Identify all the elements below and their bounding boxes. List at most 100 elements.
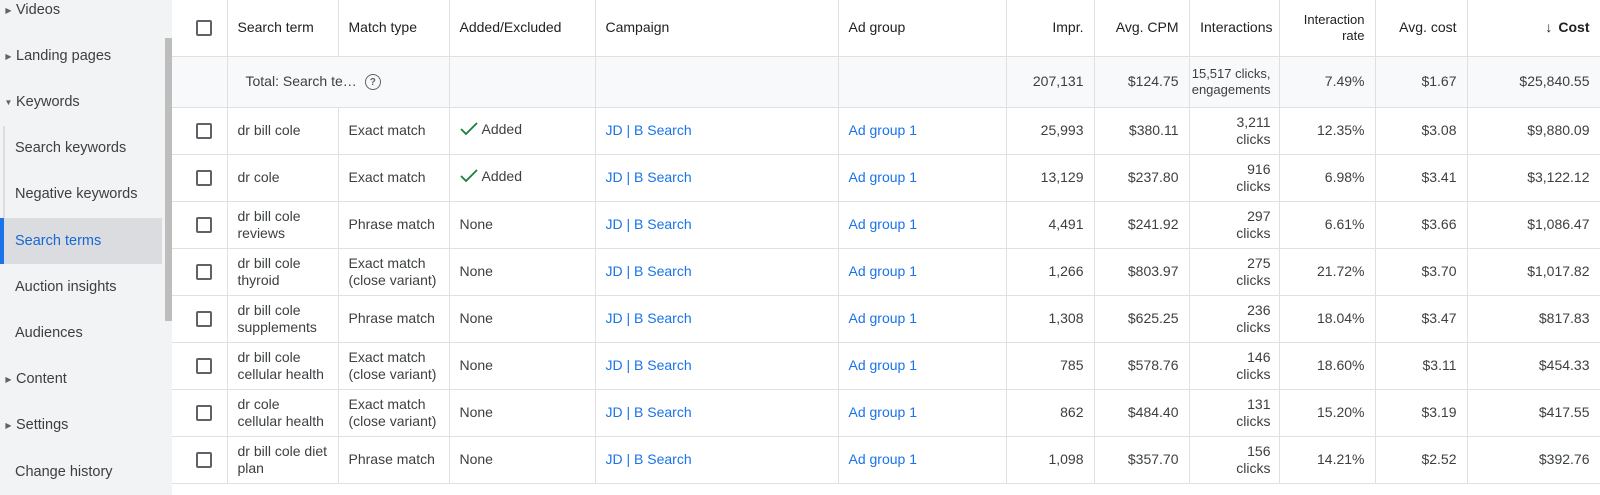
campaign-link[interactable]: JD | B Search bbox=[606, 451, 692, 467]
campaign-cell: JD | B Search bbox=[595, 248, 839, 296]
interactions-cell: 275 clicks bbox=[1189, 248, 1280, 296]
campaign-link[interactable]: JD | B Search bbox=[606, 122, 692, 138]
added-excluded-cell: None bbox=[449, 389, 596, 437]
campaign-cell: JD | B Search bbox=[595, 342, 839, 390]
header-impr[interactable]: Impr. bbox=[1006, 0, 1095, 57]
header-campaign[interactable]: Campaign bbox=[595, 0, 839, 57]
status-label: Added bbox=[481, 168, 522, 185]
interactions-cell: 916 clicks bbox=[1189, 154, 1280, 202]
row-checkbox[interactable] bbox=[196, 123, 212, 140]
sidebar-item-settings[interactable]: ▶ Settings bbox=[0, 402, 162, 448]
interactions-cell: 236 clicks bbox=[1189, 295, 1280, 343]
header-interaction-rate[interactable]: Interaction rate bbox=[1279, 0, 1376, 57]
campaign-link[interactable]: JD | B Search bbox=[606, 404, 692, 420]
ad-group-link[interactable]: Ad group 1 bbox=[849, 216, 918, 232]
row-checkbox[interactable] bbox=[196, 170, 212, 187]
header-search-term[interactable]: Search term bbox=[227, 0, 339, 57]
sidebar-item-label: Change history bbox=[15, 464, 113, 480]
match-type-cell: Exact match bbox=[338, 107, 450, 155]
campaign-link[interactable]: JD | B Search bbox=[606, 216, 692, 232]
campaign-link[interactable]: JD | B Search bbox=[606, 357, 692, 373]
row-checkbox[interactable] bbox=[196, 452, 212, 469]
total-label: Total: Search te… bbox=[245, 72, 357, 89]
row-checkbox[interactable] bbox=[196, 311, 212, 328]
total-interactions: 15,517 clicks, engagements bbox=[1189, 56, 1280, 108]
impr-cell: 1,266 bbox=[1006, 248, 1095, 296]
row-checkbox[interactable] bbox=[196, 217, 212, 234]
campaign-cell: JD | B Search bbox=[595, 436, 839, 484]
match-type-cell: Phrase match bbox=[338, 201, 450, 249]
ad-group-link[interactable]: Ad group 1 bbox=[849, 263, 918, 279]
avg-cpm-cell: $357.70 bbox=[1094, 436, 1190, 484]
row-select-cell bbox=[172, 201, 228, 249]
match-type-cell: Exact match (close variant) bbox=[338, 342, 450, 390]
search-term-cell: dr cole cellular health bbox=[227, 389, 339, 437]
status-label: None bbox=[459, 263, 493, 279]
total-avg-cpm: $124.75 bbox=[1094, 56, 1190, 108]
row-checkbox[interactable] bbox=[196, 405, 212, 422]
row-checkbox[interactable] bbox=[196, 358, 212, 375]
header-ad-group[interactable]: Ad group bbox=[838, 0, 1007, 57]
table-row: dr cole cellular health Exact match (clo… bbox=[172, 389, 1600, 437]
impr-cell: 13,129 bbox=[1006, 154, 1095, 202]
sidebar-item-change-history[interactable]: Change history bbox=[0, 449, 162, 495]
help-icon[interactable]: ? bbox=[364, 74, 381, 91]
sidebar-item-label: Search terms bbox=[15, 233, 102, 249]
ad-group-link[interactable]: Ad group 1 bbox=[849, 451, 918, 467]
sidebar-item-videos[interactable]: ▶ Videos bbox=[0, 0, 162, 33]
avg-cpm-cell: $484.40 bbox=[1094, 389, 1190, 437]
total-impr: 207,131 bbox=[1006, 56, 1095, 108]
header-cost-label: Cost bbox=[1558, 19, 1590, 36]
select-all-checkbox[interactable] bbox=[196, 20, 212, 37]
ad-group-link[interactable]: Ad group 1 bbox=[849, 169, 918, 185]
total-cost: $25,840.55 bbox=[1467, 56, 1600, 108]
interaction-rate-cell: 15.20% bbox=[1279, 389, 1376, 437]
ad-group-link[interactable]: Ad group 1 bbox=[849, 357, 918, 373]
header-match-type[interactable]: Match type bbox=[338, 0, 450, 57]
search-term-cell: dr bill cole reviews bbox=[227, 201, 339, 249]
sidebar-item-label: Content bbox=[16, 371, 67, 387]
table-header-row: Search term Match type Added/Excluded Ca… bbox=[172, 0, 1600, 57]
ad-group-link[interactable]: Ad group 1 bbox=[849, 404, 918, 420]
ad-group-cell: Ad group 1 bbox=[838, 154, 1007, 202]
sidebar-item-negative-keywords[interactable]: Negative keywords bbox=[0, 171, 162, 217]
search-terms-table-container: Search term Match type Added/Excluded Ca… bbox=[172, 0, 1600, 495]
row-checkbox[interactable] bbox=[196, 264, 212, 281]
campaign-cell: JD | B Search bbox=[595, 295, 839, 343]
campaign-link[interactable]: JD | B Search bbox=[606, 263, 692, 279]
ad-group-cell: Ad group 1 bbox=[838, 248, 1007, 296]
header-added-excluded[interactable]: Added/Excluded bbox=[449, 0, 596, 57]
cost-cell: $9,880.09 bbox=[1467, 107, 1600, 155]
sidebar-item-landing-pages[interactable]: ▶ Landing pages bbox=[0, 33, 162, 79]
ad-group-link[interactable]: Ad group 1 bbox=[849, 122, 918, 138]
sidebar-item-keywords[interactable]: ▼ Keywords bbox=[0, 79, 162, 125]
interaction-rate-cell: 18.60% bbox=[1279, 342, 1376, 390]
ad-group-cell: Ad group 1 bbox=[838, 107, 1007, 155]
header-interactions[interactable]: Interactions bbox=[1189, 0, 1280, 57]
status-label: Added bbox=[481, 121, 522, 138]
sidebar-item-search-terms[interactable]: Search terms bbox=[0, 218, 162, 264]
sidebar-item-audiences[interactable]: Audiences bbox=[0, 310, 162, 356]
interaction-rate-cell: 14.21% bbox=[1279, 436, 1376, 484]
search-term-cell: dr bill cole supplements bbox=[227, 295, 339, 343]
added-excluded-cell: Added bbox=[449, 107, 596, 155]
header-avg-cost[interactable]: Avg. cost bbox=[1375, 0, 1468, 57]
status-label: None bbox=[459, 216, 493, 232]
ad-group-link[interactable]: Ad group 1 bbox=[849, 310, 918, 326]
sidebar-item-label: Search keywords bbox=[15, 140, 127, 156]
status-label: None bbox=[459, 451, 493, 467]
header-cost[interactable]: ↓ Cost bbox=[1467, 0, 1600, 57]
interactions-cell: 146 clicks bbox=[1189, 342, 1280, 390]
sidebar-scrollbar[interactable] bbox=[165, 38, 172, 321]
collapse-triangle-icon: ▼ bbox=[4, 97, 13, 107]
campaign-link[interactable]: JD | B Search bbox=[606, 310, 692, 326]
campaign-link[interactable]: JD | B Search bbox=[606, 169, 692, 185]
sidebar-item-search-keywords[interactable]: Search keywords bbox=[0, 125, 162, 171]
impr-cell: 4,491 bbox=[1006, 201, 1095, 249]
header-avg-cpm[interactable]: Avg. CPM bbox=[1094, 0, 1190, 57]
sidebar-item-content[interactable]: ▶ Content bbox=[0, 356, 162, 402]
ad-group-cell: Ad group 1 bbox=[838, 295, 1007, 343]
sidebar-item-auction-insights[interactable]: Auction insights bbox=[0, 264, 162, 310]
avg-cost-cell: $3.11 bbox=[1375, 342, 1468, 390]
avg-cpm-cell: $625.25 bbox=[1094, 295, 1190, 343]
